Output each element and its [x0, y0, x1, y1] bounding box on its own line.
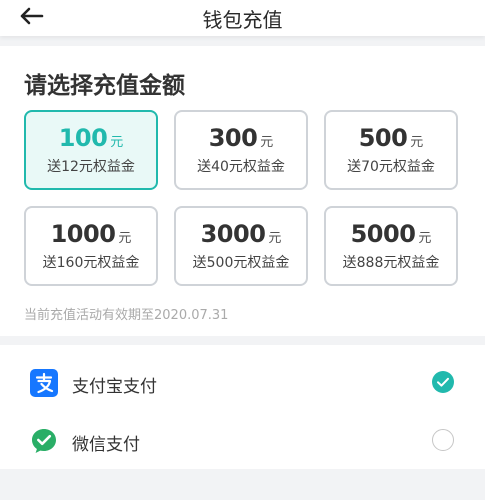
bonus-text: 送160元权益金 — [42, 255, 140, 271]
amount-unit: 元 — [418, 231, 432, 246]
amount-option-300[interactable]: 300 元 送40元权益金 — [174, 110, 308, 190]
amount-unit: 元 — [118, 231, 132, 246]
bonus-text: 送40元权益金 — [197, 159, 285, 175]
page-title: 钱包充值 — [202, 8, 283, 32]
amount-value: 100 — [58, 124, 108, 152]
promotion-validity-notice: 当前充值活动有效期至2020.07.31 — [24, 308, 229, 323]
bonus-text: 送500元权益金 — [192, 255, 290, 271]
amount-unit: 元 — [110, 135, 124, 150]
check-icon — [437, 377, 449, 387]
wechat-radio-unchecked[interactable] — [432, 429, 454, 451]
amount-option-500[interactable]: 500 元 送70元权益金 — [324, 110, 458, 190]
alipay-icon — [30, 369, 58, 397]
amount-value: 500 — [358, 124, 408, 152]
payment-method-label: 微信支付 — [72, 435, 140, 455]
amount-option-3000[interactable]: 3000 元 送500元权益金 — [174, 206, 308, 286]
amount-option-100[interactable]: 100 元 送12元权益金 — [24, 110, 158, 190]
amount-card: 请选择充值金额 100 元 送12元权益金 300 元 送40元权益金 500 … — [0, 46, 485, 336]
bonus-text: 送70元权益金 — [347, 159, 435, 175]
amount-value: 300 — [208, 124, 258, 152]
alipay-radio-checked[interactable] — [432, 371, 454, 393]
amount-option-5000[interactable]: 5000 元 送888元权益金 — [324, 206, 458, 286]
payment-method-alipay[interactable]: 支付宝支付 — [0, 353, 485, 411]
amount-option-1000[interactable]: 1000 元 送160元权益金 — [24, 206, 158, 286]
payment-method-label: 支付宝支付 — [72, 377, 157, 397]
wechat-pay-icon — [32, 429, 56, 453]
amount-value: 1000 — [50, 220, 116, 248]
amount-unit: 元 — [260, 135, 274, 150]
bonus-text: 送888元权益金 — [342, 255, 440, 271]
bonus-text: 送12元权益金 — [47, 159, 135, 175]
app-header: 钱包充值 — [0, 0, 485, 36]
section-title: 请选择充值金额 — [24, 73, 185, 99]
amount-unit: 元 — [410, 135, 424, 150]
payment-method-wechat[interactable]: 微信支付 — [0, 411, 485, 469]
payment-methods: 支付宝支付 微信支付 — [0, 345, 485, 469]
amount-value: 3000 — [200, 220, 266, 248]
amount-value: 5000 — [350, 220, 416, 248]
amount-unit: 元 — [268, 231, 282, 246]
